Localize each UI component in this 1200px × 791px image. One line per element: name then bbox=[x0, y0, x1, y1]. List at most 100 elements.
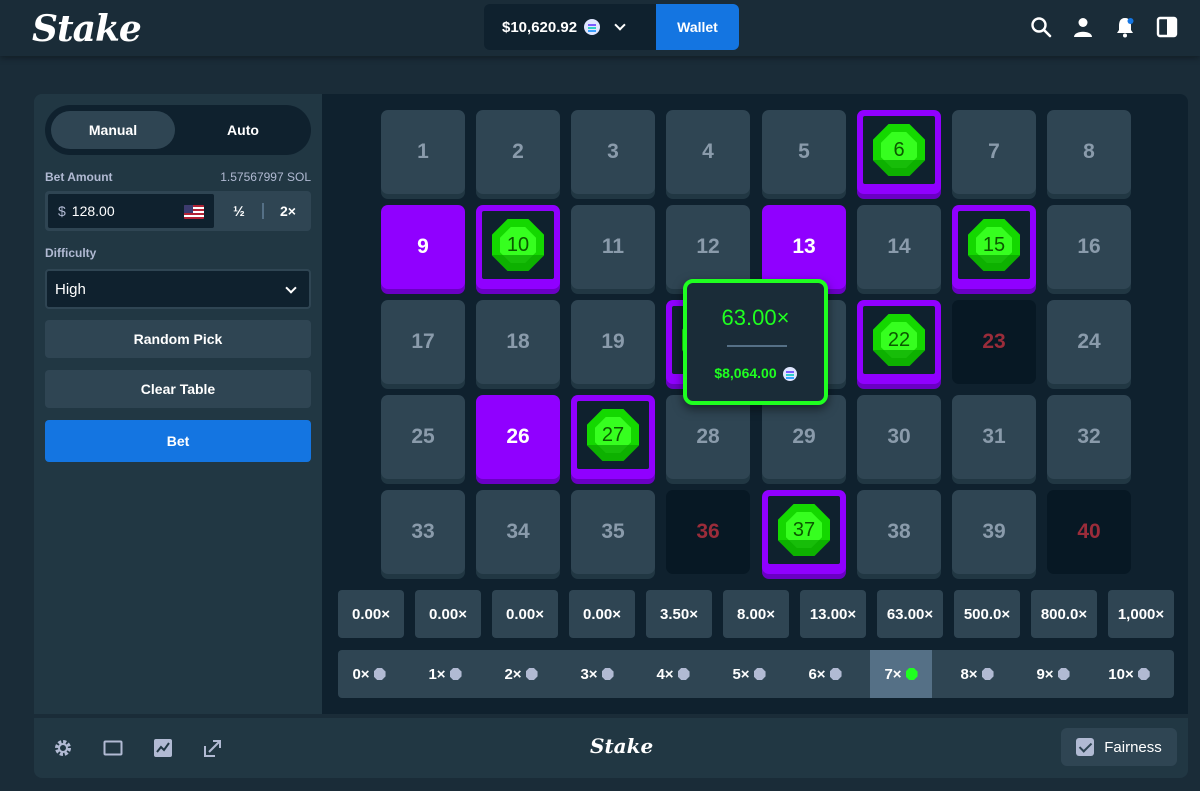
sol-currency-icon bbox=[782, 367, 797, 382]
tile-22[interactable]: 22 bbox=[857, 300, 941, 384]
tile-number: 27 bbox=[601, 423, 625, 446]
tile-26[interactable]: 26 bbox=[476, 395, 560, 479]
tile-28[interactable]: 28 bbox=[666, 395, 750, 479]
tile-33[interactable]: 33 bbox=[381, 490, 465, 574]
hits-label: 8× bbox=[960, 665, 978, 683]
tile-19[interactable]: 19 bbox=[571, 300, 655, 384]
hits-8: 8× bbox=[946, 650, 1008, 698]
payout-multiplier-9: 800.0× bbox=[1031, 590, 1097, 638]
tile-10[interactable]: 10 bbox=[476, 205, 560, 289]
difficulty-select[interactable]: High bbox=[45, 269, 311, 309]
tile-16[interactable]: 16 bbox=[1047, 205, 1131, 289]
tile-4[interactable]: 4 bbox=[666, 110, 750, 194]
tile-30[interactable]: 30 bbox=[857, 395, 941, 479]
hits-label: 4× bbox=[656, 665, 674, 683]
tile-37[interactable]: 37 bbox=[762, 490, 846, 574]
tile-number: 38 bbox=[887, 520, 911, 543]
tile-2[interactable]: 2 bbox=[476, 110, 560, 194]
theatre-mode-icon[interactable] bbox=[103, 738, 123, 758]
chevron-down-icon bbox=[614, 19, 626, 31]
tile-number: 32 bbox=[1077, 425, 1101, 448]
settings-gear-icon[interactable] bbox=[53, 738, 73, 758]
wallet-button[interactable]: Wallet bbox=[656, 4, 739, 50]
tile-23[interactable]: 23 bbox=[952, 300, 1036, 384]
tile-6[interactable]: 6 bbox=[857, 110, 941, 194]
tile-number: 19 bbox=[601, 330, 625, 353]
sidebar-toggle-icon[interactable] bbox=[1156, 16, 1178, 38]
tile-13[interactable]: 13 bbox=[762, 205, 846, 289]
gem-icon bbox=[1137, 668, 1150, 680]
stake-logo[interactable]: Stake bbox=[32, 8, 142, 50]
tile-25[interactable]: 25 bbox=[381, 395, 465, 479]
tile-number: 35 bbox=[601, 520, 625, 543]
bet-amount-label: Bet Amount bbox=[45, 170, 113, 184]
tile-number: 1 bbox=[417, 140, 429, 163]
balance-amount: $10,620.92 bbox=[502, 18, 578, 36]
gem-slot: 22 bbox=[863, 306, 935, 374]
gem-icon bbox=[601, 668, 614, 680]
tile-18[interactable]: 18 bbox=[476, 300, 560, 384]
tile-number: 16 bbox=[1077, 235, 1101, 258]
tile-9[interactable]: 9 bbox=[381, 205, 465, 289]
tile-12[interactable]: 12 bbox=[666, 205, 750, 289]
tile-17[interactable]: 17 bbox=[381, 300, 465, 384]
tile-number: 39 bbox=[982, 520, 1006, 543]
payout-multiplier-5: 8.00× bbox=[723, 590, 789, 638]
user-icon[interactable] bbox=[1072, 16, 1094, 38]
tile-number: 2 bbox=[512, 140, 524, 163]
random-pick-button[interactable]: Random Pick bbox=[45, 320, 311, 358]
payout-multiplier-0: 0.00× bbox=[338, 590, 404, 638]
tile-31[interactable]: 31 bbox=[952, 395, 1036, 479]
hits-3: 3× bbox=[566, 650, 628, 698]
currency-symbol: $ bbox=[58, 203, 66, 219]
live-stats-icon[interactable] bbox=[153, 738, 173, 758]
half-bet-button[interactable]: ½ bbox=[217, 191, 261, 231]
double-bet-button[interactable]: 2× bbox=[265, 191, 311, 231]
tile-number: 29 bbox=[792, 425, 816, 448]
tile-1[interactable]: 1 bbox=[381, 110, 465, 194]
tile-39[interactable]: 39 bbox=[952, 490, 1036, 574]
popout-icon[interactable] bbox=[203, 738, 223, 758]
tile-36[interactable]: 36 bbox=[666, 490, 750, 574]
tile-number: 33 bbox=[411, 520, 435, 543]
hits-label: 1× bbox=[428, 665, 446, 683]
tile-38[interactable]: 38 bbox=[857, 490, 941, 574]
tile-35[interactable]: 35 bbox=[571, 490, 655, 574]
tile-number: 11 bbox=[601, 235, 625, 258]
tile-number: 25 bbox=[411, 425, 435, 448]
auto-tab[interactable]: Auto bbox=[181, 111, 305, 149]
tile-number: 22 bbox=[887, 328, 911, 351]
bet-button[interactable]: Bet bbox=[45, 420, 311, 462]
tile-number: 10 bbox=[506, 233, 530, 256]
mode-toggle: Manual Auto bbox=[45, 105, 311, 155]
bet-amount-value: 128.00 bbox=[71, 203, 115, 219]
clear-table-button[interactable]: Clear Table bbox=[45, 370, 311, 408]
hits-label: 3× bbox=[580, 665, 598, 683]
tile-15[interactable]: 15 bbox=[952, 205, 1036, 289]
tile-29[interactable]: 29 bbox=[762, 395, 846, 479]
tile-34[interactable]: 34 bbox=[476, 490, 560, 574]
tile-5[interactable]: 5 bbox=[762, 110, 846, 194]
tile-40[interactable]: 40 bbox=[1047, 490, 1131, 574]
fairness-label: Fairness bbox=[1104, 738, 1162, 756]
tile-14[interactable]: 14 bbox=[857, 205, 941, 289]
tile-3[interactable]: 3 bbox=[571, 110, 655, 194]
tile-32[interactable]: 32 bbox=[1047, 395, 1131, 479]
payout-multiplier-2: 0.00× bbox=[492, 590, 558, 638]
payout-multiplier-8: 500.0× bbox=[954, 590, 1020, 638]
tile-7[interactable]: 7 bbox=[952, 110, 1036, 194]
tile-8[interactable]: 8 bbox=[1047, 110, 1131, 194]
tile-27[interactable]: 27 bbox=[571, 395, 655, 479]
search-icon[interactable] bbox=[1030, 16, 1052, 38]
win-payout: $8,064.00 bbox=[687, 365, 824, 382]
bet-amount-input[interactable]: $ 128.00 bbox=[47, 193, 215, 229]
notification-bell-icon[interactable] bbox=[1114, 16, 1136, 38]
tile-24[interactable]: 24 bbox=[1047, 300, 1131, 384]
balance-selector[interactable]: $10,620.92 bbox=[484, 4, 656, 50]
manual-tab[interactable]: Manual bbox=[51, 111, 175, 149]
fairness-button[interactable]: Fairness bbox=[1061, 728, 1177, 766]
us-flag-icon bbox=[184, 205, 204, 219]
win-payout-amount: $8,064.00 bbox=[714, 365, 777, 381]
tile-11[interactable]: 11 bbox=[571, 205, 655, 289]
hits-2: 2× bbox=[490, 650, 552, 698]
